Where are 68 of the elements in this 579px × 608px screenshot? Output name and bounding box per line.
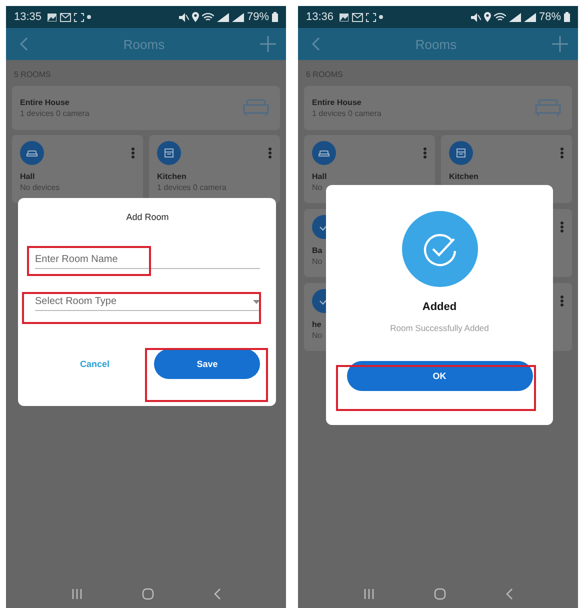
room-icon	[157, 141, 181, 165]
add-icon[interactable]	[260, 36, 276, 52]
room-name-field[interactable]: Enter Room Name	[35, 251, 260, 269]
dialog-title: Add Room	[125, 212, 170, 222]
recent-apps-icon[interactable]	[363, 589, 376, 599]
location-icon	[192, 12, 199, 22]
mute-icon	[178, 12, 189, 22]
signal-icon	[216, 12, 229, 22]
more-icon[interactable]	[560, 221, 564, 233]
success-check-icon	[402, 211, 478, 287]
room-name: he	[312, 320, 322, 329]
room-name: Ba	[312, 246, 322, 255]
signal-icon	[232, 12, 244, 22]
back-icon[interactable]	[504, 588, 513, 600]
signal-icon	[508, 12, 521, 22]
screenshot-icon	[74, 12, 84, 22]
back-icon[interactable]	[212, 588, 221, 600]
more-icon[interactable]	[560, 295, 564, 307]
room-icon	[312, 141, 336, 165]
room-type-dropdown[interactable]: Select Room Type	[35, 293, 260, 311]
add-icon[interactable]	[552, 36, 568, 52]
home-icon[interactable]	[434, 588, 446, 600]
room-name: Entire House	[20, 98, 70, 107]
mail-icon	[60, 12, 71, 22]
more-icon[interactable]	[268, 147, 272, 159]
ok-button[interactable]: OK	[346, 361, 532, 391]
room-icon	[20, 141, 44, 165]
battery-percent: 78%	[538, 11, 561, 23]
room-name: Hall	[20, 172, 35, 181]
save-button[interactable]: Save	[154, 349, 260, 379]
mute-icon	[470, 12, 481, 22]
battery-percent: 79%	[246, 11, 269, 23]
mail-icon	[352, 12, 363, 22]
status-time: 13:36	[306, 11, 334, 23]
dot-icon	[378, 15, 383, 19]
dropdown-caret-icon	[253, 300, 260, 304]
back-icon[interactable]	[312, 37, 320, 51]
signal-icon	[524, 12, 536, 22]
app-bar-title: Rooms	[415, 36, 457, 52]
more-icon[interactable]	[131, 147, 135, 159]
screenshot-icon	[366, 12, 376, 22]
room-name: Entire House	[312, 98, 362, 107]
wifi-icon	[494, 12, 506, 22]
cancel-button[interactable]: Cancel	[35, 358, 154, 370]
room-name: Kitchen	[157, 172, 186, 181]
recent-apps-icon[interactable]	[71, 589, 84, 599]
dialog-message: Room Successfully Added	[390, 323, 489, 333]
dot-icon	[86, 15, 91, 19]
gallery-icon	[338, 12, 349, 22]
battery-icon	[564, 12, 570, 22]
status-time: 13:35	[14, 11, 42, 23]
dialog-title: Added	[422, 301, 457, 313]
battery-icon	[272, 12, 278, 22]
room-icon	[449, 141, 473, 165]
app-bar-title: Rooms	[123, 36, 165, 52]
home-icon[interactable]	[142, 588, 154, 600]
sofa-icon	[242, 99, 270, 117]
more-icon[interactable]	[560, 147, 564, 159]
room-icon	[312, 215, 327, 239]
gallery-icon	[46, 12, 57, 22]
sofa-icon	[534, 99, 562, 117]
room-name: Hall	[312, 172, 327, 181]
room-icon	[312, 289, 327, 313]
back-icon[interactable]	[20, 37, 28, 51]
location-icon	[484, 12, 491, 22]
more-icon[interactable]	[423, 147, 427, 159]
wifi-icon	[202, 12, 214, 22]
room-name: Kitchen	[449, 172, 478, 181]
